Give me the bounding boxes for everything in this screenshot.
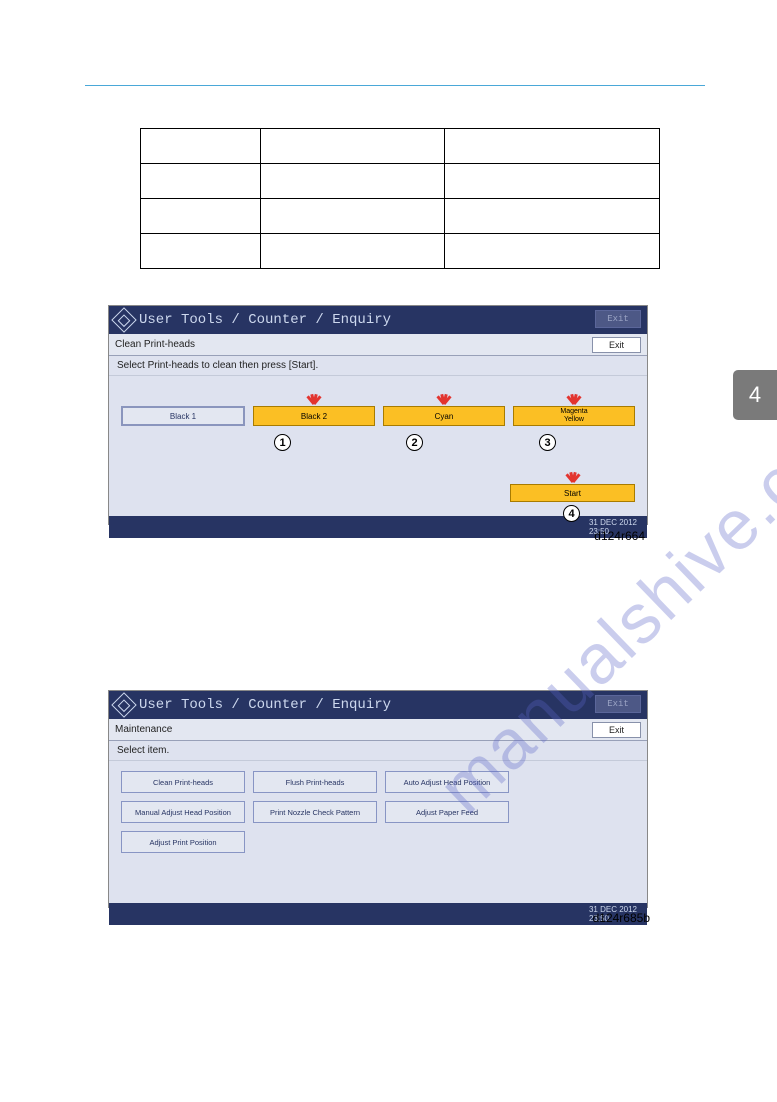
print-nozzle-check-button[interactable]: Print Nozzle Check Pattern — [253, 801, 377, 823]
panel-footer: 31 DEC 2012 23:50 — [109, 903, 647, 925]
touch-burst-icon — [566, 394, 582, 404]
panel-title: User Tools / Counter / Enquiry — [139, 312, 391, 328]
head-label: Cyan — [435, 412, 454, 421]
body-area: Black 1 Black 2 Cyan Magenta Yellow 1 2 … — [109, 376, 647, 516]
footer-date: 31 DEC 2012 — [589, 518, 637, 527]
auto-adjust-head-button[interactable]: Auto Adjust Head Position — [385, 771, 509, 793]
header-exit-button[interactable]: Exit — [595, 695, 641, 713]
head-black1-button[interactable]: Black 1 — [121, 406, 245, 426]
panel-title-bar: User Tools / Counter / Enquiry Exit — [109, 306, 647, 334]
header-rule — [85, 85, 705, 86]
callout-3: 3 — [539, 434, 556, 451]
head-label: Magenta Yellow — [560, 408, 587, 424]
head-label: Black 2 — [301, 412, 327, 421]
flush-printheads-button[interactable]: Flush Print-heads — [253, 771, 377, 793]
head-magenta-yellow-button[interactable]: Magenta Yellow — [513, 406, 635, 426]
touch-burst-icon — [436, 394, 452, 404]
panel-title: User Tools / Counter / Enquiry — [139, 697, 391, 713]
diamond-icon — [111, 692, 136, 717]
exit-button[interactable]: Exit — [592, 337, 641, 353]
head-cyan-button[interactable]: Cyan — [383, 406, 505, 426]
body-area: Clean Print-heads Flush Print-heads Auto… — [109, 761, 647, 903]
screenshot-clean-printheads: User Tools / Counter / Enquiry Exit Clea… — [108, 305, 648, 525]
touch-burst-icon — [565, 472, 581, 482]
callout-4: 4 — [563, 505, 580, 522]
head-black2-button[interactable]: Black 2 — [253, 406, 375, 426]
header-exit-button[interactable]: Exit — [595, 310, 641, 328]
screenshot-maintenance: User Tools / Counter / Enquiry Exit Main… — [108, 690, 648, 908]
touch-burst-icon — [306, 394, 322, 404]
sub-header-label: Clean Print-heads — [115, 339, 195, 350]
sub-header: Clean Print-heads Exit — [109, 334, 647, 356]
instruction-text: Select item. — [109, 741, 647, 761]
instruction-text: Select Print-heads to clean then press [… — [109, 356, 647, 376]
sub-header-label: Maintenance — [115, 724, 172, 735]
callout-2: 2 — [406, 434, 423, 451]
adjust-paper-feed-button[interactable]: Adjust Paper Feed — [385, 801, 509, 823]
diamond-icon — [111, 307, 136, 332]
start-label: Start — [564, 489, 581, 498]
data-table — [140, 128, 660, 269]
figure-caption-2: d124r685b — [593, 911, 650, 925]
callout-1: 1 — [274, 434, 291, 451]
exit-button[interactable]: Exit — [592, 722, 641, 738]
start-button[interactable]: Start — [510, 484, 635, 502]
panel-title-bar: User Tools / Counter / Enquiry Exit — [109, 691, 647, 719]
clean-printheads-button[interactable]: Clean Print-heads — [121, 771, 245, 793]
manual-adjust-head-button[interactable]: Manual Adjust Head Position — [121, 801, 245, 823]
figure-caption-1: d124r664 — [594, 529, 645, 543]
chapter-tab: 4 — [733, 370, 777, 420]
adjust-print-position-button[interactable]: Adjust Print Position — [121, 831, 245, 853]
sub-header: Maintenance Exit — [109, 719, 647, 741]
head-label: Black 1 — [170, 412, 196, 421]
